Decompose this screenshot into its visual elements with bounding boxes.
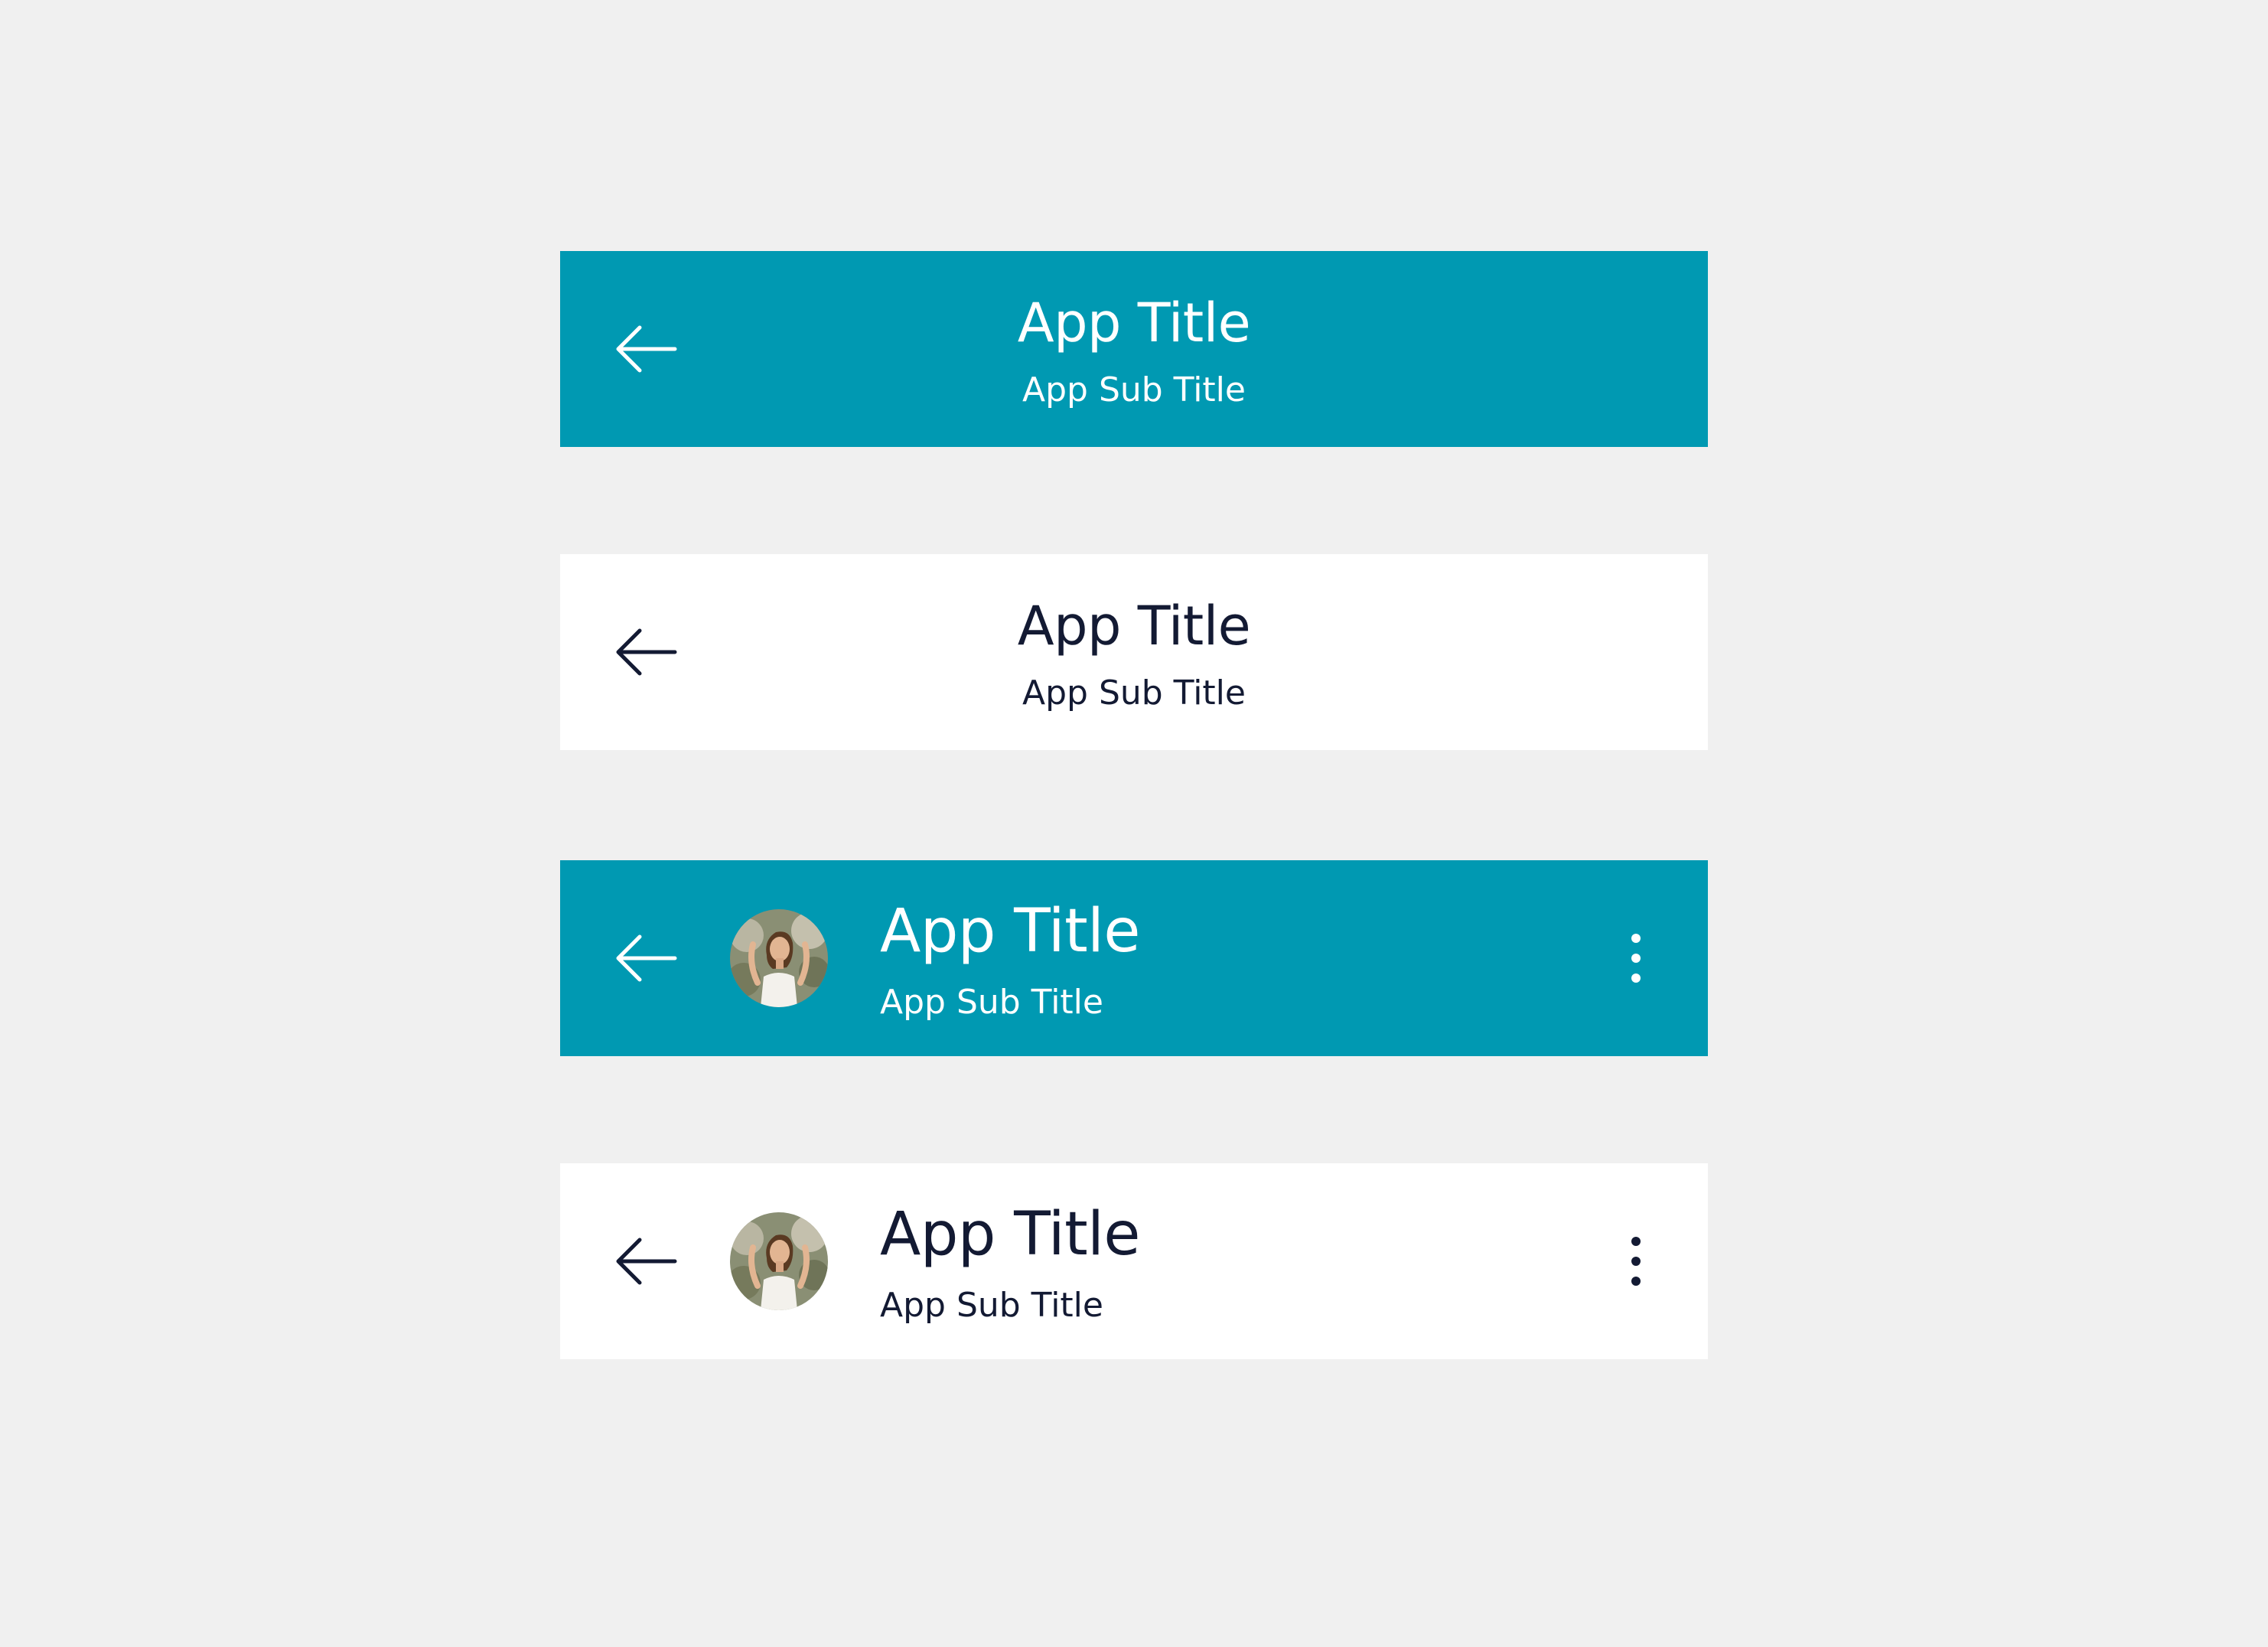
- app-subtitle: App Sub Title: [1022, 673, 1246, 713]
- app-bar-teal-centered: App Title App Sub Title: [560, 251, 1708, 447]
- app-subtitle: App Sub Title: [880, 983, 1103, 1022]
- app-bar-white-with-avatar: App Title App Sub Title: [560, 1163, 1708, 1359]
- app-bar-white-centered: App Title App Sub Title: [560, 554, 1708, 750]
- title-group: App Title App Sub Title: [560, 251, 1708, 447]
- title-group: App Title App Sub Title: [880, 860, 1492, 1056]
- title-group: App Title App Sub Title: [560, 554, 1708, 750]
- app-title: App Title: [1017, 595, 1251, 657]
- arrow-left-icon: [616, 1238, 677, 1285]
- app-title: App Title: [880, 1200, 1140, 1269]
- app-subtitle: App Sub Title: [880, 1286, 1103, 1325]
- app-title: App Title: [1017, 292, 1251, 354]
- more-vertical-icon: [1631, 934, 1641, 983]
- app-subtitle: App Sub Title: [1022, 370, 1246, 409]
- avatar-photo: [730, 1212, 828, 1310]
- arrow-left-icon: [616, 934, 677, 982]
- more-vertical-icon: [1631, 1237, 1641, 1286]
- avatar[interactable]: [730, 909, 828, 1007]
- title-group: App Title App Sub Title: [880, 1163, 1492, 1359]
- avatar[interactable]: [730, 1212, 828, 1310]
- app-bar-teal-with-avatar: App Title App Sub Title: [560, 860, 1708, 1056]
- back-button[interactable]: [612, 1231, 679, 1292]
- back-button[interactable]: [612, 928, 679, 989]
- more-options-button[interactable]: [1619, 928, 1653, 989]
- app-title: App Title: [880, 897, 1140, 966]
- avatar-photo: [730, 909, 828, 1007]
- more-options-button[interactable]: [1619, 1231, 1653, 1292]
